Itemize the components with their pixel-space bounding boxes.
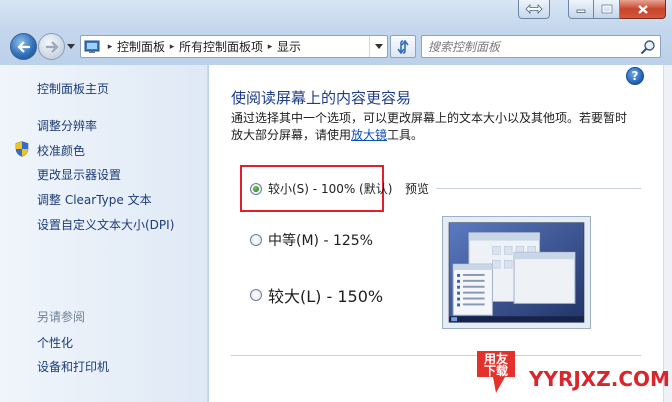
- option-smaller-label[interactable]: 较小(S) - 100% (默认): [268, 180, 392, 197]
- see-also-heading: 另请参阅: [37, 310, 86, 324]
- search-input[interactable]: [428, 36, 633, 57]
- vertical-scrollbar[interactable]: [663, 65, 672, 402]
- address-bar[interactable]: ▸ 控制面板 ▸ 所有控制面板项 ▸ 显示: [80, 35, 388, 58]
- search-box[interactable]: [421, 35, 661, 58]
- description-line-1: 通过选择其中一个选项，可以更改屏幕上的文本大小以及其他项。若要暂时: [231, 111, 628, 125]
- navigation-bar: ▸ 控制面板 ▸ 所有控制面板项 ▸ 显示: [0, 30, 672, 64]
- watermark-text: YYRJXZ.COM: [529, 367, 670, 391]
- back-button[interactable]: [10, 33, 37, 60]
- option-larger-label[interactable]: 较大(L) - 150%: [268, 283, 383, 307]
- maximize-button[interactable]: [594, 0, 620, 19]
- minimize-button[interactable]: [568, 0, 594, 19]
- task-sidebar: [0, 65, 208, 402]
- breadcrumb-separator[interactable]: ▸: [165, 42, 179, 52]
- forward-arrow-icon: [45, 40, 59, 53]
- breadcrumb-display[interactable]: 显示: [277, 38, 301, 55]
- page-title: 使阅读屏幕上的内容更容易: [231, 89, 412, 107]
- radio-selected-dot: [253, 185, 259, 192]
- sidebar-item-custom-dpi[interactable]: 设置自定义文本大小(DPI): [37, 216, 174, 233]
- sidebar-item-change-display-settings[interactable]: 更改显示器设置: [37, 166, 121, 183]
- preview-divider: [436, 188, 641, 189]
- chevron-down-icon: [67, 43, 75, 49]
- breadcrumb-separator[interactable]: ▸: [263, 42, 277, 52]
- breadcrumb-separator[interactable]: ▸: [103, 42, 117, 52]
- minimize-icon: [576, 9, 586, 13]
- chevron-down-icon: [374, 44, 383, 49]
- radio-smaller[interactable]: [250, 182, 262, 195]
- search-icon[interactable]: [640, 39, 656, 55]
- address-dropdown[interactable]: [369, 36, 387, 57]
- back-arrow-icon: [16, 40, 30, 53]
- option-larger[interactable]: 较大(L) - 150%: [250, 283, 383, 307]
- uac-shield-icon: [15, 141, 29, 157]
- option-medium[interactable]: 中等(M) - 125%: [250, 230, 373, 250]
- radio-medium[interactable]: [250, 234, 262, 246]
- sidebar-item-calibrate-color[interactable]: 校准颜色: [37, 142, 85, 159]
- sidebar-item-control-panel-home[interactable]: 控制面板主页: [37, 80, 109, 97]
- sidebar-item-cleartype[interactable]: 调整 ClearType 文本: [37, 191, 152, 208]
- refresh-icon: [397, 39, 409, 54]
- description-line-2-prefix: 放大部分屏幕，请使用: [231, 128, 352, 142]
- section-divider: [231, 355, 641, 356]
- snap-button[interactable]: [518, 0, 550, 19]
- option-smaller[interactable]: 较小(S) - 100% (默认): [250, 180, 392, 197]
- breadcrumb-control-panel[interactable]: 控制面板: [117, 38, 165, 55]
- caption-buttons: [568, 0, 666, 20]
- option-medium-label[interactable]: 中等(M) - 125%: [268, 230, 373, 250]
- maximize-icon: [601, 4, 612, 14]
- recent-pages-dropdown[interactable]: [66, 41, 76, 51]
- sidebar-item-adjust-resolution[interactable]: 调整分辨率: [37, 117, 97, 134]
- breadcrumb-all-items[interactable]: 所有控制面板项: [179, 38, 263, 55]
- see-also-personalization[interactable]: 个性化: [37, 334, 73, 351]
- magnifier-link[interactable]: 放大镜: [351, 128, 387, 142]
- description: 通过选择其中一个选项，可以更改屏幕上的文本大小以及其他项。若要暂时 放大部分屏幕…: [231, 110, 641, 144]
- resize-arrows-icon: [525, 4, 543, 14]
- preview-image: [442, 216, 591, 329]
- radio-larger[interactable]: [250, 289, 262, 301]
- refresh-button[interactable]: [390, 35, 416, 58]
- watermark-logo: 用友 下载: [477, 351, 515, 393]
- close-icon: [637, 4, 648, 14]
- description-line-2-suffix: 工具。: [387, 128, 424, 142]
- preview-label: 预览: [405, 182, 430, 196]
- help-icon[interactable]: ?: [626, 67, 644, 85]
- see-also-devices-printers[interactable]: 设备和打印机: [37, 358, 109, 375]
- close-button[interactable]: [620, 0, 666, 19]
- forward-button[interactable]: [38, 33, 65, 60]
- svg-text:下载: 下载: [484, 363, 508, 378]
- control-panel-icon: [81, 36, 103, 57]
